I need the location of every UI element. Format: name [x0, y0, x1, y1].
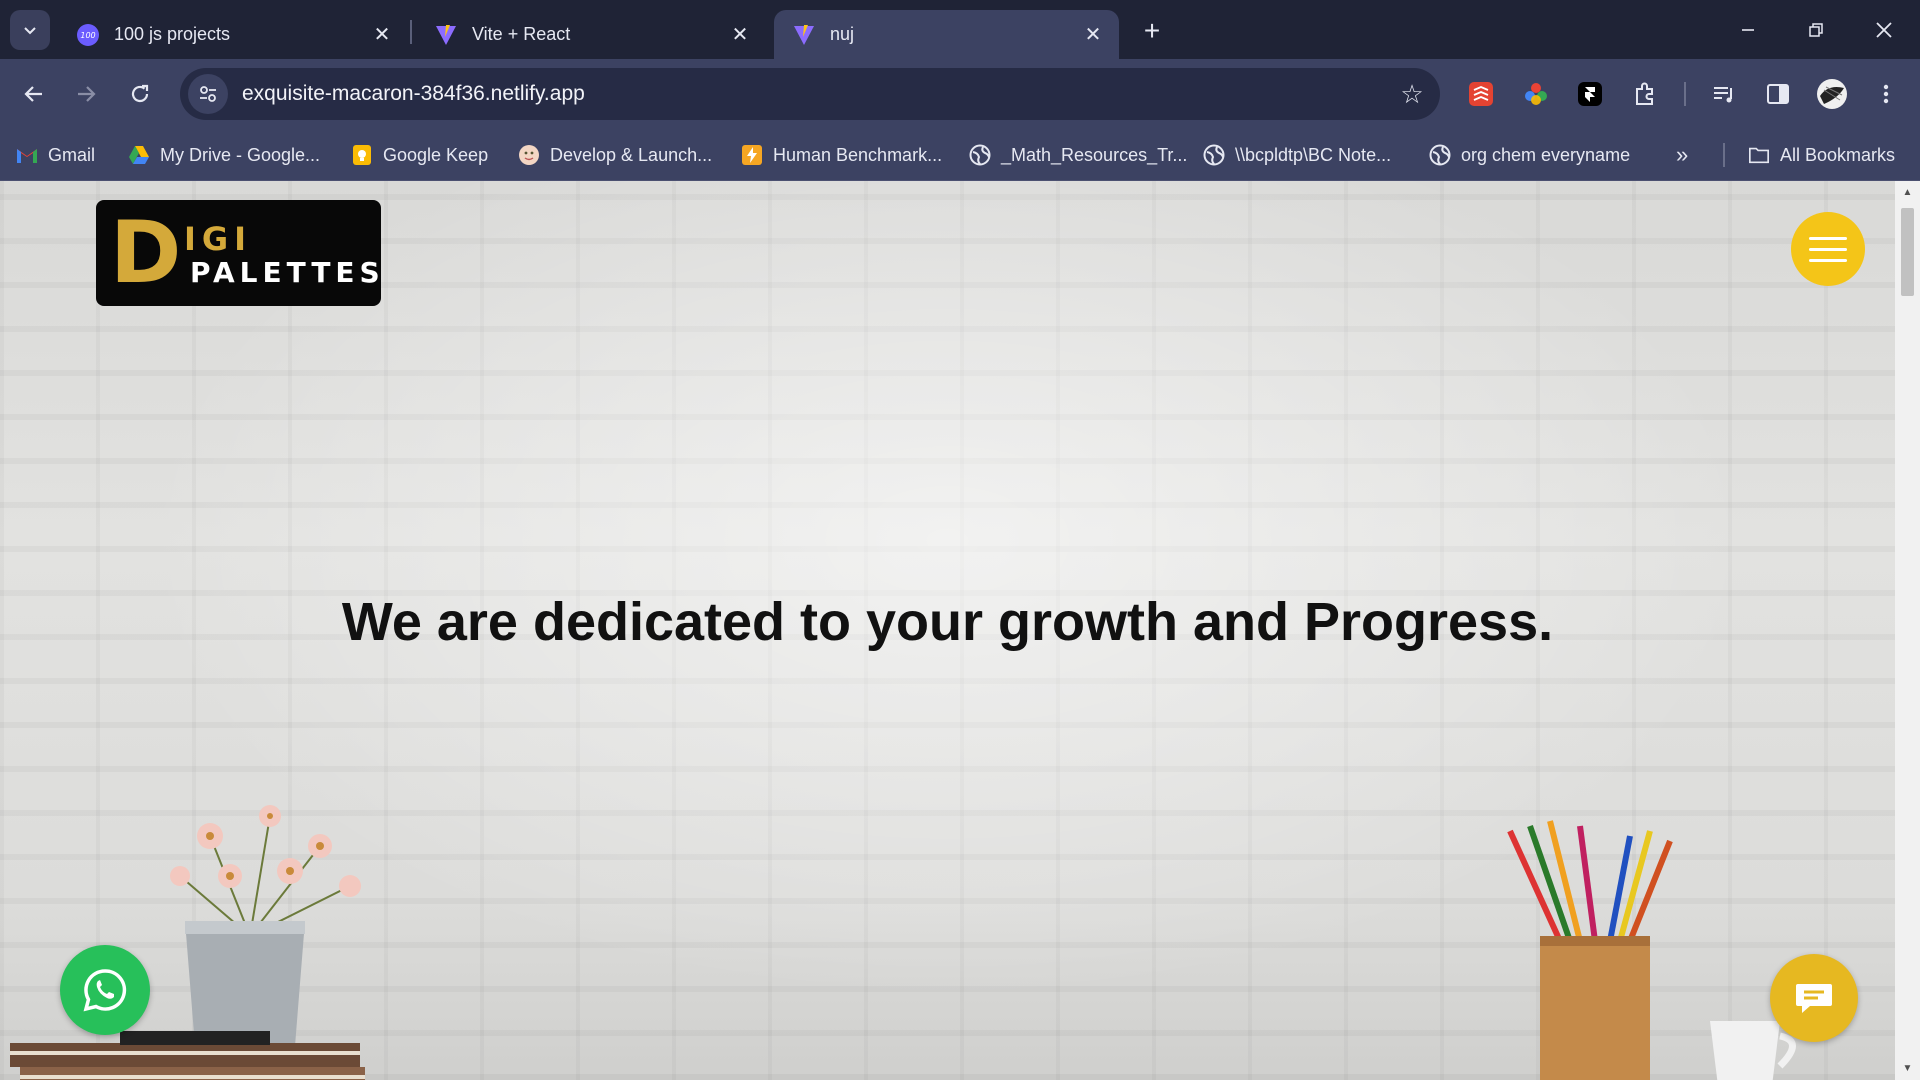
bookmark-math-resources[interactable]: _Math_Resources_Tr... — [969, 138, 1187, 172]
scroll-up-arrow-icon[interactable]: ▲ — [1901, 187, 1914, 199]
browser-toolbar: exquisite-macaron-384f36.netlify.app ☆ — [0, 59, 1920, 130]
lightning-icon — [741, 144, 763, 166]
bookmark-label: Develop & Launch... — [550, 144, 713, 165]
whatsapp-icon — [83, 969, 127, 1012]
globe-icon — [1203, 144, 1225, 166]
forward-button[interactable] — [66, 74, 106, 114]
tune-icon — [200, 86, 216, 102]
svg-text:100: 100 — [80, 31, 95, 40]
tab-title: Vite + React — [472, 24, 571, 44]
bookmark-label: _Math_Resources_Tr... — [1001, 144, 1188, 165]
bookmark-label: org chem everyname — [1461, 144, 1631, 165]
bookmark-star-icon[interactable]: ☆ — [1392, 74, 1432, 114]
bookmark-gmail[interactable]: Gmail — [16, 138, 95, 172]
todoist-extension-icon[interactable] — [1463, 76, 1499, 112]
new-tab-button[interactable]: + — [1133, 12, 1171, 50]
more-options-icon[interactable] — [1868, 76, 1904, 112]
100-badge-icon: 100 — [76, 23, 100, 47]
menu-bar — [1809, 247, 1847, 251]
close-icon — [1876, 21, 1892, 38]
bookmark-label: Gmail — [48, 144, 96, 165]
toolbar-divider — [1684, 82, 1686, 106]
globe-icon — [1429, 144, 1451, 166]
bookmarks-divider — [1723, 143, 1725, 167]
color-picker-extension-icon[interactable] — [1518, 76, 1554, 112]
tab-title: nuj — [830, 24, 855, 44]
folder-icon — [1748, 144, 1770, 166]
gmail-icon — [16, 144, 38, 166]
chat-bubble-icon — [1796, 984, 1832, 1013]
page-scrollbar[interactable]: ▲ ▼ — [1895, 181, 1920, 1080]
hamburger-menu-button[interactable] — [1791, 212, 1865, 286]
restore-icon — [1809, 22, 1823, 37]
site-info-button[interactable] — [188, 74, 228, 114]
menu-bar — [1809, 258, 1847, 262]
bookmark-bc-notes[interactable]: \\bcpldtp\BC Note... — [1203, 138, 1391, 172]
flowers-decoration — [170, 805, 361, 936]
bookmark-human-benchmark[interactable]: Human Benchmark... — [741, 138, 942, 172]
all-bookmarks-button[interactable]: All Bookmarks — [1748, 138, 1895, 172]
vite-icon — [792, 23, 816, 47]
bookmark-label: Google Keep — [383, 144, 489, 165]
bookmarks-overflow-button[interactable]: » — [1676, 138, 1688, 172]
minimize-button[interactable] — [1714, 0, 1782, 59]
hero-title: We are dedicated to your growth and Prog… — [341, 592, 1554, 652]
minimize-icon — [1742, 28, 1754, 31]
bookmark-label: My Drive - Google... — [160, 144, 321, 165]
restore-button[interactable] — [1782, 0, 1850, 59]
site-logo[interactable]: D IGI PALETTES — [96, 200, 381, 306]
double-chevron-right-icon: » — [1676, 142, 1689, 167]
tab-100-js-projects[interactable]: 100 100 js projects ✕ — [58, 10, 408, 59]
back-button[interactable] — [14, 74, 54, 114]
bookmark-org-chem[interactable]: org chem everyname — [1429, 138, 1630, 172]
scroll-down-arrow-icon[interactable]: ▼ — [1901, 1063, 1914, 1075]
logo-text-igi: IGI — [184, 220, 253, 258]
close-window-button[interactable] — [1850, 0, 1918, 59]
close-icon[interactable]: ✕ — [1077, 19, 1109, 51]
close-icon[interactable]: ✕ — [724, 19, 756, 51]
keep-icon — [351, 144, 373, 166]
arrow-right-icon — [78, 86, 96, 102]
menu-bar — [1809, 236, 1847, 240]
bookmark-my-drive[interactable]: My Drive - Google... — [128, 138, 320, 172]
tab-strip: 100 100 js projects ✕ Vite + React ✕ nuj… — [0, 0, 1920, 59]
bookmark-google-keep[interactable]: Google Keep — [351, 138, 488, 172]
bookmark-develop-launch[interactable]: Develop & Launch... — [518, 138, 712, 172]
chat-button[interactable] — [1770, 954, 1858, 1042]
side-panel-icon[interactable] — [1760, 76, 1796, 112]
bookmark-label: Human Benchmark... — [773, 144, 943, 165]
logo-letter-d: D — [110, 203, 182, 303]
tab-search-button[interactable] — [10, 10, 50, 50]
bookmarks-bar: Gmail My Drive - Google... Google Keep D… — [0, 130, 1920, 181]
tab-divider — [410, 20, 412, 44]
extensions-puzzle-icon[interactable] — [1627, 76, 1663, 112]
reload-icon — [131, 84, 149, 103]
all-bookmarks-label: All Bookmarks — [1780, 144, 1896, 165]
page-viewport: D IGI PALETTES We are dedicated to your … — [0, 181, 1895, 1080]
bookmark-label: \\bcpldtp\BC Note... — [1235, 144, 1392, 165]
tab-vite-react[interactable]: Vite + React ✕ — [416, 10, 766, 59]
books-decoration — [10, 1031, 365, 1080]
close-icon[interactable]: ✕ — [366, 19, 398, 51]
profile-avatar[interactable] — [1814, 76, 1850, 112]
arrow-left-icon — [24, 86, 42, 102]
avatar-icon — [518, 144, 540, 166]
whatsapp-button[interactable] — [60, 945, 150, 1035]
chevron-down-icon — [24, 27, 36, 35]
media-control-icon[interactable] — [1706, 76, 1742, 112]
drive-icon — [128, 144, 150, 166]
address-bar[interactable]: exquisite-macaron-384f36.netlify.app ☆ — [180, 68, 1440, 120]
framer-extension-icon[interactable] — [1572, 76, 1608, 112]
scrollbar-thumb[interactable] — [1901, 208, 1914, 296]
tab-title: 100 js projects — [114, 24, 231, 44]
logo-text-palettes: PALETTES — [190, 256, 385, 289]
pencil-holder-decoration — [1507, 820, 1673, 1080]
vite-icon — [434, 23, 458, 47]
reload-button[interactable] — [120, 74, 160, 114]
url-text[interactable]: exquisite-macaron-384f36.netlify.app — [242, 82, 1392, 106]
tab-nuj[interactable]: nuj ✕ — [774, 10, 1119, 59]
globe-icon — [969, 144, 991, 166]
